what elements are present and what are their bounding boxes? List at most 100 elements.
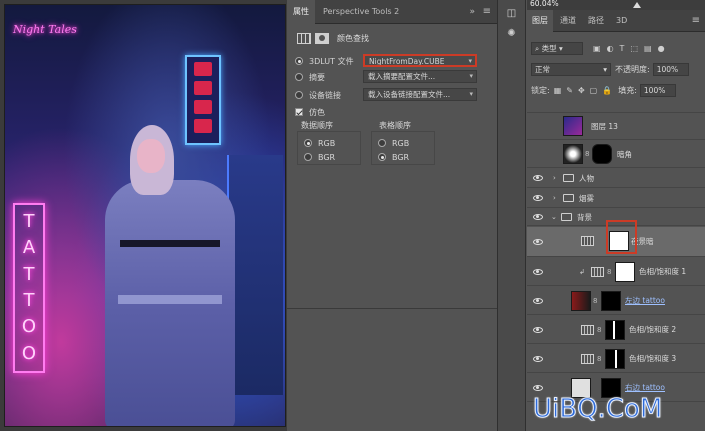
- option-3dlut[interactable]: 3DLUT 文件: [295, 54, 365, 68]
- tab-perspective-tools[interactable]: Perspective Tools 2: [317, 0, 405, 24]
- adjustment-filter-icon[interactable]: ◐: [607, 44, 614, 53]
- visibility-eye-icon[interactable]: [533, 268, 543, 275]
- visibility-eye-icon[interactable]: [533, 238, 543, 245]
- visibility-eye-icon[interactable]: [533, 214, 543, 220]
- table-order-bgr[interactable]: BGR: [378, 151, 409, 163]
- layer-name[interactable]: 暗角: [617, 149, 632, 160]
- layer-name[interactable]: 左边 tattoo: [625, 295, 665, 306]
- visibility-eye-icon[interactable]: [533, 195, 543, 201]
- hue-saturation-icon: [581, 354, 594, 364]
- tab-layers[interactable]: 图层: [527, 10, 553, 32]
- layer-name[interactable]: 右边 tattoo: [625, 382, 665, 393]
- layer-name[interactable]: 图层 13: [591, 121, 618, 132]
- smart-object-filter-icon[interactable]: ▤: [644, 44, 652, 53]
- data-order-bgr[interactable]: BGR: [304, 151, 335, 163]
- dropdown-3dlut-file[interactable]: NightFromDay.CUBE ▾: [363, 54, 477, 67]
- radio-3dlut[interactable]: [295, 57, 303, 65]
- blend-mode-select[interactable]: 正常 ▾: [531, 62, 611, 76]
- table-order-rgb[interactable]: RGB: [378, 137, 409, 149]
- lock-all-icon[interactable]: 🔒: [602, 86, 612, 95]
- filter-kind-select[interactable]: ⌕ 类型 ▾: [531, 41, 583, 55]
- layer-name[interactable]: 色相/饱和度 3: [629, 353, 676, 364]
- shape-filter-icon[interactable]: ⬚: [630, 44, 638, 53]
- visibility-eye-icon[interactable]: [533, 175, 543, 181]
- layer-row[interactable]: 图层 13: [527, 113, 705, 140]
- data-order-rgb[interactable]: RGB: [304, 137, 335, 149]
- layer-row[interactable]: 8 左边 tattoo: [527, 287, 705, 315]
- data-order-group: RGB BGR: [297, 131, 361, 165]
- chevron-down-icon[interactable]: ⌄: [551, 213, 557, 221]
- panel-menu-icon[interactable]: ≡: [483, 0, 491, 24]
- layer-name[interactable]: 夜景暗: [631, 236, 654, 247]
- type-filter-icon[interactable]: T: [620, 44, 625, 53]
- visibility-eye-icon[interactable]: [533, 384, 543, 391]
- layer-name[interactable]: 背景: [577, 212, 592, 223]
- dropdown-abstract[interactable]: 载入摘要配置文件... ▾: [363, 70, 477, 83]
- lock-artboard-icon[interactable]: ▢: [590, 86, 598, 95]
- layer-name[interactable]: 人物: [579, 173, 594, 184]
- layer-group-row[interactable]: › 人物: [527, 169, 705, 188]
- dropdown-device-link[interactable]: 载入设备链接配置文件... ▾: [363, 88, 477, 101]
- radio-data-bgr[interactable]: [304, 153, 312, 161]
- layer-name[interactable]: 色相/饱和度 2: [629, 324, 676, 335]
- layer-row[interactable]: ↲ 8 色相/饱和度 1: [527, 258, 705, 286]
- lock-paint-icon[interactable]: ✎: [566, 86, 573, 95]
- tab-channels[interactable]: 通道: [555, 10, 581, 32]
- layer-name[interactable]: 烟雾: [579, 193, 594, 204]
- layer-name[interactable]: 色相/饱和度 1: [639, 266, 686, 277]
- opacity-field[interactable]: 100%: [652, 62, 689, 76]
- radio-data-rgb[interactable]: [304, 139, 312, 147]
- mask-icon[interactable]: [315, 32, 329, 44]
- visibility-eye-icon[interactable]: [533, 297, 543, 304]
- layer-row[interactable]: 8 色相/饱和度 3: [527, 345, 705, 373]
- collapse-icon[interactable]: »: [469, 0, 475, 24]
- tab-properties[interactable]: 属性: [287, 0, 315, 24]
- adjustment-grid-icon[interactable]: [297, 32, 311, 44]
- link-icon[interactable]: 8: [585, 150, 589, 158]
- document-image[interactable]: Night Tales T A T T O O: [4, 4, 286, 427]
- visibility-eye-icon[interactable]: [533, 355, 543, 362]
- layer-group-row[interactable]: ⌄ 背景: [527, 209, 705, 226]
- chevron-right-icon[interactable]: ›: [553, 174, 556, 182]
- dither-option[interactable]: 仿色: [295, 105, 325, 119]
- zoom-slider-knob[interactable]: [633, 2, 641, 8]
- layer-group-row[interactable]: › 烟雾: [527, 189, 705, 208]
- chevron-right-icon[interactable]: ›: [553, 194, 556, 202]
- link-icon[interactable]: 8: [593, 297, 597, 305]
- layers-tabbar: 图层 通道 路径 3D ≡: [527, 10, 705, 32]
- layer-row[interactable]: 8 暗角: [527, 141, 705, 168]
- history-icon[interactable]: ◫: [504, 8, 520, 20]
- option-abstract[interactable]: 摘要: [295, 70, 365, 84]
- tab-3d[interactable]: 3D: [611, 10, 632, 32]
- link-icon[interactable]: 8: [597, 355, 601, 363]
- clip-arrow-icon: ↲: [579, 267, 585, 276]
- radio-abstract[interactable]: [295, 73, 303, 81]
- canvas-area[interactable]: Night Tales T A T T O O: [0, 0, 287, 431]
- lock-position-icon[interactable]: ✥: [578, 86, 585, 95]
- panel-menu-icon[interactable]: ≡: [692, 10, 700, 32]
- radio-table-bgr[interactable]: [378, 153, 386, 161]
- tab-paths[interactable]: 路径: [583, 10, 609, 32]
- lock-pixels-icon[interactable]: ▦: [554, 86, 562, 95]
- layer-row[interactable]: [527, 100, 705, 113]
- layer-row[interactable]: 8 色相/饱和度 2: [527, 316, 705, 344]
- link-icon[interactable]: 8: [607, 268, 611, 276]
- blend-row: 正常 ▾ 不透明度: 100%: [531, 60, 689, 78]
- layer-row-selected[interactable]: 夜景暗: [527, 227, 705, 257]
- fill-field[interactable]: 100%: [639, 83, 676, 97]
- dither-checkbox[interactable]: [295, 108, 303, 116]
- link-icon[interactable]: 8: [597, 326, 601, 334]
- neon-sign-top: Night Tales: [13, 23, 77, 36]
- adjustments-icon[interactable]: ✺: [504, 28, 520, 40]
- lock-label: 锁定:: [531, 85, 550, 95]
- option-device-link[interactable]: 设备链接: [295, 88, 365, 102]
- filter-toggle-icon[interactable]: ●: [658, 44, 665, 53]
- mask-thumbnail: [605, 349, 625, 369]
- hue-saturation-icon: [581, 325, 594, 335]
- visibility-eye-icon[interactable]: [533, 326, 543, 333]
- belt: [118, 295, 222, 304]
- radio-table-rgb[interactable]: [378, 139, 386, 147]
- zoom-bar[interactable]: 60.04%: [527, 0, 705, 10]
- pixel-filter-icon[interactable]: ▣: [593, 44, 601, 53]
- radio-device-link[interactable]: [295, 91, 303, 99]
